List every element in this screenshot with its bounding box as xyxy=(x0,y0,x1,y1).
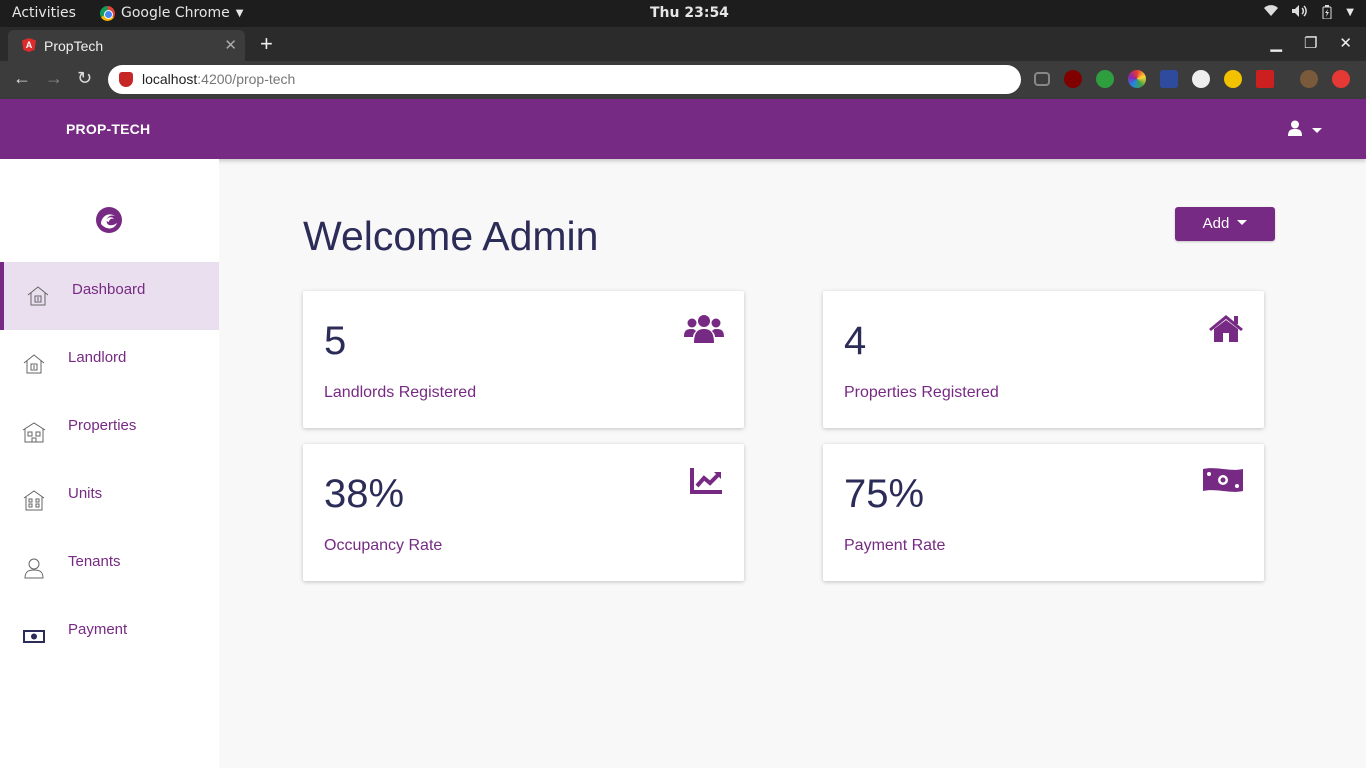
stat-value: 5 xyxy=(324,319,347,363)
minimize-icon[interactable]: ▁ xyxy=(1270,34,1282,52)
sidebar-item-properties[interactable]: Properties xyxy=(0,398,219,466)
stat-card-occupancy[interactable]: 38% Occupancy Rate xyxy=(303,444,744,581)
landlord-house-icon xyxy=(22,352,46,376)
chart-line-icon xyxy=(690,466,724,499)
stat-caption: Payment Rate xyxy=(844,537,946,554)
sidebar-item-tenants[interactable]: Tenants xyxy=(0,534,219,602)
system-tray[interactable]: ▼ xyxy=(1264,5,1354,22)
users-icon xyxy=(684,313,724,348)
user-icon xyxy=(1288,120,1302,141)
properties-building-icon xyxy=(22,420,46,444)
sidebar-item-landlord[interactable]: Landlord xyxy=(0,330,219,398)
extension-red-icon[interactable] xyxy=(1256,70,1274,88)
volume-icon xyxy=(1292,5,1308,22)
dashboard-house-icon xyxy=(26,284,50,308)
app-menu[interactable]: Google Chrome ▼ xyxy=(100,5,243,21)
add-dropdown-button[interactable]: Add xyxy=(1175,207,1275,241)
close-tab-icon[interactable]: ✕ xyxy=(224,36,237,54)
angular-favicon-icon: A xyxy=(22,38,36,52)
extensions-area xyxy=(1034,70,1350,88)
sidebar: Dashboard Landlord Properties Units Tena… xyxy=(0,159,219,768)
sidebar-item-label: Properties xyxy=(68,417,137,434)
home-icon xyxy=(1208,313,1244,348)
stat-card-properties[interactable]: 4 Properties Registered xyxy=(823,291,1264,428)
stat-value: 75% xyxy=(844,472,925,516)
profile-avatar-icon[interactable] xyxy=(1300,70,1318,88)
stat-caption: Occupancy Rate xyxy=(324,537,443,554)
caret-down-icon xyxy=(1237,219,1248,225)
stat-card-payment[interactable]: 75% Payment Rate xyxy=(823,444,1264,581)
app-logo-icon xyxy=(95,206,123,239)
payment-money-icon xyxy=(22,624,46,648)
sidebar-item-label: Landlord xyxy=(68,349,127,366)
page-title: Welcome Admin xyxy=(303,213,599,259)
extension-blue-icon[interactable] xyxy=(1160,70,1178,88)
forward-icon[interactable]: → xyxy=(45,68,63,89)
app-menu-label: Google Chrome xyxy=(121,5,230,21)
clock[interactable]: Thu 23:54 xyxy=(650,5,729,21)
sidebar-item-label: Dashboard xyxy=(72,281,146,298)
color-picker-icon[interactable] xyxy=(1128,70,1146,88)
back-icon[interactable]: ← xyxy=(13,68,31,89)
browser-tab[interactable]: A PropTech ✕ xyxy=(8,30,245,61)
stat-value: 38% xyxy=(324,472,405,516)
security-shield-icon xyxy=(119,72,133,87)
brand-title[interactable]: PROP-TECH xyxy=(66,121,150,137)
money-bill-icon xyxy=(1202,466,1244,499)
new-tab-button[interactable]: + xyxy=(260,31,273,57)
chevron-down-icon: ▼ xyxy=(235,7,244,19)
restore-icon[interactable]: ❐ xyxy=(1304,34,1317,52)
extension-green-icon[interactable] xyxy=(1096,70,1114,88)
tray-menu-chevron-icon: ▼ xyxy=(1346,7,1354,18)
pocket-icon[interactable] xyxy=(1034,72,1050,86)
sidebar-item-payment[interactable]: Payment xyxy=(0,602,219,670)
caret-down-icon xyxy=(1312,128,1322,133)
ublock-icon[interactable] xyxy=(1064,70,1082,88)
sidebar-item-label: Tenants xyxy=(68,553,121,570)
tab-title: PropTech xyxy=(44,38,104,54)
sidebar-item-label: Payment xyxy=(68,621,128,638)
chrome-icon xyxy=(100,5,115,21)
stat-card-landlords[interactable]: 5 Landlords Registered xyxy=(303,291,744,428)
battery-icon xyxy=(1322,5,1332,22)
window-controls: ▁ ❐ ✕ xyxy=(1270,34,1352,52)
extension-grey-icon[interactable] xyxy=(1192,70,1210,88)
sidebar-item-dashboard[interactable]: Dashboard xyxy=(0,262,219,330)
url-text: localhost:4200/prop-tech xyxy=(142,71,296,87)
stat-caption: Properties Registered xyxy=(844,384,999,401)
activities-button[interactable]: Activities xyxy=(12,5,76,21)
sidebar-item-label: Units xyxy=(68,485,103,502)
sidebar-item-units[interactable]: Units xyxy=(0,466,219,534)
units-building-icon xyxy=(22,488,46,512)
wifi-icon xyxy=(1264,5,1279,22)
tab-strip: A PropTech ✕ + ▁ ❐ ✕ xyxy=(0,27,1366,61)
os-top-bar: Activities Google Chrome ▼ Thu 23:54 ▼ xyxy=(0,0,1366,27)
update-icon[interactable] xyxy=(1332,70,1350,88)
browser-toolbar: ← → ↻ localhost:4200/prop-tech xyxy=(0,61,1366,99)
address-bar[interactable]: localhost:4200/prop-tech xyxy=(108,65,1021,94)
stat-caption: Landlords Registered xyxy=(324,384,477,401)
stat-value: 4 xyxy=(844,319,867,363)
close-window-icon[interactable]: ✕ xyxy=(1339,34,1352,52)
tenant-person-icon xyxy=(22,556,46,580)
reload-icon[interactable]: ↻ xyxy=(77,68,92,89)
extension-yellow-icon[interactable] xyxy=(1224,70,1242,88)
app-header: PROP-TECH xyxy=(0,99,1366,159)
add-button-label: Add xyxy=(1202,214,1230,232)
user-menu-button[interactable] xyxy=(1288,120,1322,141)
